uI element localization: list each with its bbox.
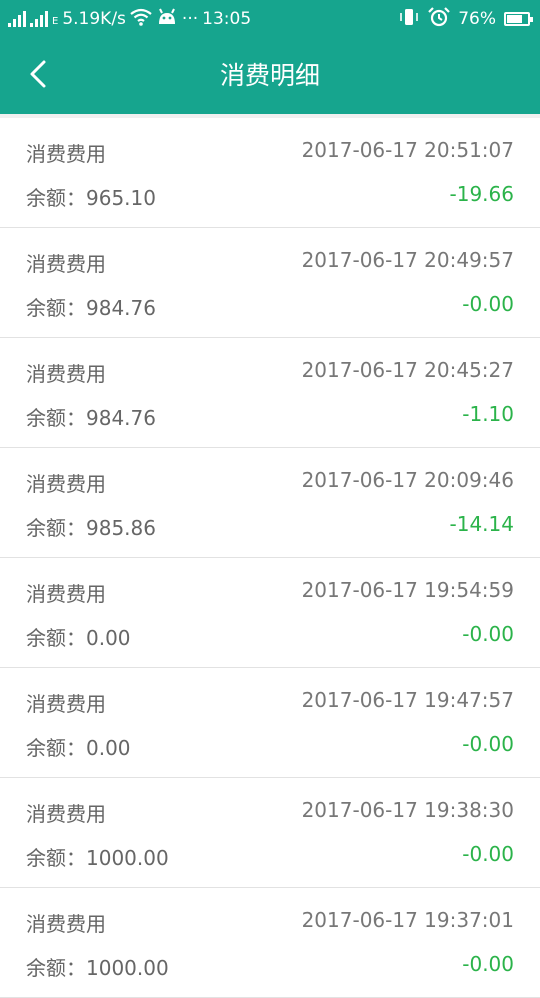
transaction-row[interactable]: 消费费用 2017-06-17 19:38:30 余额：1000.00 -0.00 [0, 778, 540, 888]
transaction-time: 2017-06-17 20:09:46 [301, 468, 514, 492]
transaction-amount: -0.00 [462, 732, 514, 756]
transaction-row[interactable]: 消费费用 2017-06-17 19:47:57 余额：0.00 -0.00 [0, 668, 540, 778]
transaction-type: 消费费用 [26, 472, 106, 496]
transaction-row[interactable]: 消费费用 2017-06-17 19:54:59 余额：0.00 -0.00 [0, 558, 540, 668]
transaction-amount: -0.00 [462, 292, 514, 316]
transaction-amount: -1.10 [462, 402, 514, 426]
alarm-icon [428, 6, 450, 32]
transaction-balance: 余额：985.86 [26, 516, 156, 540]
transaction-type: 消费费用 [26, 142, 106, 166]
status-bar: E 5.19K/s ··· 13:05 76% [0, 0, 540, 38]
transaction-time: 2017-06-17 19:47:57 [301, 688, 514, 712]
transaction-balance: 余额：965.10 [26, 186, 156, 210]
more-indicator: ··· [181, 9, 199, 29]
vibrate-icon [398, 8, 420, 31]
transaction-time: 2017-06-17 20:49:57 [301, 248, 514, 272]
transaction-time: 2017-06-17 20:51:07 [301, 138, 514, 162]
transaction-balance: 余额：0.00 [26, 626, 131, 650]
battery-percent: 76% [458, 9, 496, 29]
android-icon [156, 8, 178, 31]
transaction-time: 2017-06-17 20:45:27 [301, 358, 514, 382]
transaction-type: 消费费用 [26, 912, 106, 936]
transaction-type: 消费费用 [26, 692, 106, 716]
transaction-time: 2017-06-17 19:54:59 [301, 578, 514, 602]
transaction-balance: 余额：1000.00 [26, 846, 169, 870]
transaction-amount: -0.00 [462, 842, 514, 866]
transaction-list[interactable]: 消费费用 2017-06-17 20:51:07 余额：965.10 -19.66 消费… [0, 118, 540, 998]
transaction-row[interactable]: 消费费用 2017-06-17 20:45:27 余额：984.76 -1.10 [0, 338, 540, 448]
transaction-row[interactable]: 消费费用 2017-06-17 20:49:57 余额：984.76 -0.00 [0, 228, 540, 338]
transaction-row[interactable]: 消费费用 2017-06-17 20:51:07 余额：965.10 -19.66 [0, 118, 540, 228]
network-type: E [52, 16, 59, 27]
app-bar: 消费明细 [0, 38, 540, 114]
transaction-type: 消费费用 [26, 362, 106, 386]
battery-icon [504, 12, 533, 26]
transaction-amount: -19.66 [449, 182, 514, 206]
transaction-type: 消费费用 [26, 802, 106, 826]
transaction-amount: -14.14 [449, 512, 514, 536]
status-time: 13:05 [202, 9, 252, 29]
transaction-row[interactable]: 消费费用 2017-06-17 20:09:46 余额：985.86 -14.14 [0, 448, 540, 558]
transaction-balance: 余额：1000.00 [26, 956, 169, 980]
transaction-balance: 余额：984.76 [26, 296, 156, 320]
signal-icon [8, 11, 26, 27]
page-title: 消费明细 [219, 61, 320, 90]
transaction-type: 消费费用 [26, 252, 106, 276]
transaction-balance: 余额：984.76 [26, 406, 156, 430]
transaction-balance: 余额：0.00 [26, 736, 131, 760]
status-right: 76% [398, 0, 533, 38]
network-speed: 5.19K/s [62, 9, 126, 29]
transaction-row[interactable]: 消费费用 2017-06-17 19:37:01 余额：1000.00 -0.00 [0, 888, 540, 998]
transaction-amount: -0.00 [462, 622, 514, 646]
transaction-type: 消费费用 [26, 582, 106, 606]
transaction-time: 2017-06-17 19:38:30 [301, 798, 514, 822]
transaction-time: 2017-06-17 19:37:01 [301, 908, 514, 932]
battery-fill [507, 15, 522, 23]
status-left: E 5.19K/s ··· 13:05 [8, 0, 251, 38]
transaction-amount: -0.00 [462, 952, 514, 976]
wifi-icon [130, 8, 152, 31]
signal-icon [30, 11, 48, 27]
